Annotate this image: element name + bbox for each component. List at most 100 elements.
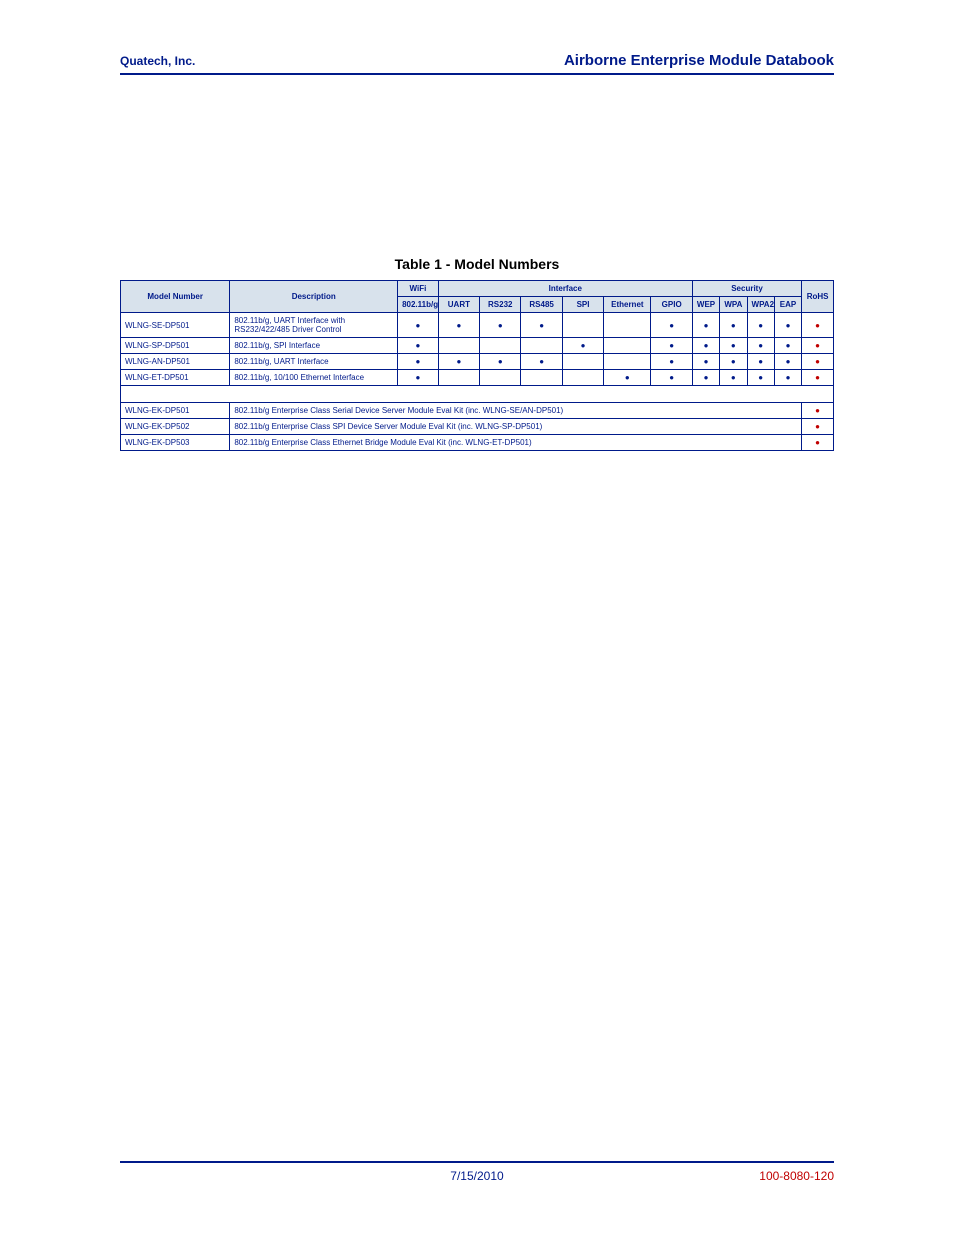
table-cell bbox=[562, 313, 603, 338]
col-group-interface: Interface bbox=[438, 281, 692, 297]
col-eap: EAP bbox=[774, 297, 801, 313]
cell-desc: 802.11b/g Enterprise Class SPI Device Se… bbox=[230, 419, 802, 435]
cell-model: WLNG-EK-DP502 bbox=[121, 419, 230, 435]
dot-icon bbox=[815, 422, 820, 431]
table-cell bbox=[720, 354, 747, 370]
table-cell bbox=[604, 354, 651, 370]
cell-desc: 802.11b/g, SPI Interface bbox=[230, 338, 398, 354]
table-cell bbox=[692, 354, 719, 370]
col-spi: SPI bbox=[562, 297, 603, 313]
dot-icon bbox=[815, 406, 820, 415]
cell-model: WLNG-ET-DP501 bbox=[121, 370, 230, 386]
table-wrap: Model Number Description WiFi Interface … bbox=[120, 280, 834, 451]
dot-icon bbox=[731, 373, 736, 382]
table-cell bbox=[651, 313, 692, 338]
footer-date: 7/15/2010 bbox=[120, 1169, 834, 1183]
dot-icon bbox=[669, 357, 674, 366]
dot-icon bbox=[815, 373, 820, 382]
col-rs485: RS485 bbox=[521, 297, 562, 313]
table-row: WLNG-EK-DP502802.11b/g Enterprise Class … bbox=[121, 419, 834, 435]
table-cell bbox=[398, 370, 439, 386]
dot-icon bbox=[456, 321, 461, 330]
dot-icon bbox=[815, 321, 820, 330]
cell-model: WLNG-SP-DP501 bbox=[121, 338, 230, 354]
dot-icon bbox=[758, 373, 763, 382]
table-cell bbox=[438, 370, 479, 386]
table-cell bbox=[651, 338, 692, 354]
table-cell bbox=[802, 338, 834, 354]
table-row: WLNG-ET-DP501802.11b/g, 10/100 Ethernet … bbox=[121, 370, 834, 386]
table-cell bbox=[480, 338, 521, 354]
dot-icon bbox=[786, 321, 791, 330]
dot-icon bbox=[758, 341, 763, 350]
table-cell bbox=[604, 338, 651, 354]
table-cell bbox=[802, 370, 834, 386]
dot-icon bbox=[704, 373, 709, 382]
col-wpa2: WPA2 bbox=[747, 297, 774, 313]
table-cell bbox=[692, 370, 719, 386]
dot-icon bbox=[669, 341, 674, 350]
table-cell bbox=[692, 338, 719, 354]
table-row: WLNG-EK-DP501802.11b/g Enterprise Class … bbox=[121, 403, 834, 419]
model-table: Model Number Description WiFi Interface … bbox=[120, 280, 834, 451]
col-wep: WEP bbox=[692, 297, 719, 313]
dot-icon bbox=[704, 357, 709, 366]
col-group-security: Security bbox=[692, 281, 801, 297]
dot-icon bbox=[539, 357, 544, 366]
dot-icon bbox=[786, 357, 791, 366]
table-cell bbox=[562, 338, 603, 354]
col-wifi-sub: 802.11b/g bbox=[398, 297, 439, 313]
dot-icon bbox=[539, 321, 544, 330]
table-cell bbox=[747, 338, 774, 354]
dot-icon bbox=[815, 357, 820, 366]
table-cell bbox=[747, 370, 774, 386]
dot-icon bbox=[581, 341, 586, 350]
dot-icon bbox=[498, 321, 503, 330]
cell-model: WLNG-EK-DP503 bbox=[121, 435, 230, 451]
page: Quatech, Inc. Airborne Enterprise Module… bbox=[0, 0, 954, 1235]
dot-icon bbox=[415, 373, 420, 382]
table-cell bbox=[802, 313, 834, 338]
col-ethernet: Ethernet bbox=[604, 297, 651, 313]
table-cell bbox=[720, 370, 747, 386]
dot-icon bbox=[456, 357, 461, 366]
dot-icon bbox=[758, 357, 763, 366]
table-cell bbox=[480, 354, 521, 370]
table-cell bbox=[692, 313, 719, 338]
cell-model: WLNG-AN-DP501 bbox=[121, 354, 230, 370]
table-row: WLNG-SE-DP501802.11b/g, UART Interface w… bbox=[121, 313, 834, 338]
table-cell bbox=[480, 313, 521, 338]
table-cell bbox=[720, 313, 747, 338]
table-row: WLNG-AN-DP501802.11b/g, UART Interface bbox=[121, 354, 834, 370]
table-cell bbox=[604, 313, 651, 338]
cell-model: WLNG-EK-DP501 bbox=[121, 403, 230, 419]
dot-icon bbox=[815, 341, 820, 350]
dot-icon bbox=[786, 373, 791, 382]
dot-icon bbox=[731, 341, 736, 350]
table-cell bbox=[438, 338, 479, 354]
dot-icon bbox=[669, 373, 674, 382]
cell-desc: 802.11b/g, 10/100 Ethernet Interface bbox=[230, 370, 398, 386]
table-cell bbox=[604, 370, 651, 386]
col-gpio: GPIO bbox=[651, 297, 692, 313]
dot-icon bbox=[704, 341, 709, 350]
dot-icon bbox=[415, 341, 420, 350]
table-cell bbox=[398, 354, 439, 370]
table-cell bbox=[774, 338, 801, 354]
header-company: Quatech, Inc. bbox=[120, 54, 195, 68]
table-cell bbox=[747, 313, 774, 338]
table-cell bbox=[438, 354, 479, 370]
table-cell bbox=[720, 338, 747, 354]
col-wpa: WPA bbox=[720, 297, 747, 313]
dot-icon bbox=[415, 357, 420, 366]
table-cell bbox=[802, 419, 834, 435]
table-cell bbox=[802, 435, 834, 451]
cell-desc: 802.11b/g, UART Interface bbox=[230, 354, 398, 370]
table-caption: Table 1 - Model Numbers bbox=[0, 256, 954, 272]
table-cell bbox=[774, 313, 801, 338]
dot-icon bbox=[731, 357, 736, 366]
page-footer: . 7/15/2010 100-8080-120 bbox=[120, 1161, 834, 1183]
col-group-wifi: WiFi bbox=[398, 281, 439, 297]
cell-desc: 802.11b/g Enterprise Class Serial Device… bbox=[230, 403, 802, 419]
page-header: Quatech, Inc. Airborne Enterprise Module… bbox=[120, 52, 834, 75]
